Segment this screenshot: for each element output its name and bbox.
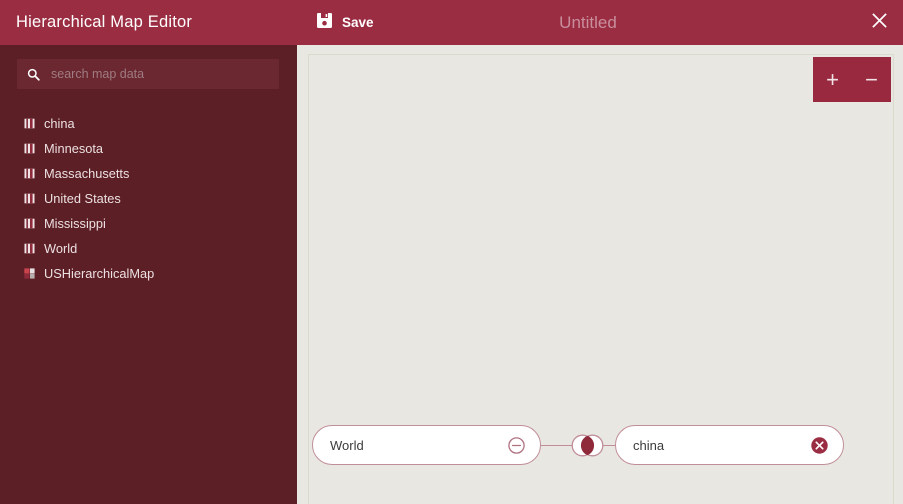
app-title: Hierarchical Map Editor bbox=[16, 13, 193, 31]
graph-edge-right bbox=[602, 445, 616, 447]
canvas-area: + − World china bbox=[297, 45, 903, 504]
graph-node-china[interactable]: china bbox=[615, 425, 844, 465]
tree-item-mississippi[interactable]: Mississippi bbox=[0, 211, 297, 236]
map-data-icon bbox=[23, 218, 35, 230]
map-canvas[interactable]: + − World china bbox=[308, 54, 894, 504]
search-field-wrapper[interactable] bbox=[17, 59, 279, 89]
zoom-controls: + − bbox=[813, 57, 891, 102]
titlebar-right-section: Save Untitled bbox=[297, 0, 903, 45]
save-label: Save bbox=[342, 15, 374, 30]
link-connector-icon[interactable] bbox=[571, 432, 604, 459]
graph-node-world[interactable]: World bbox=[312, 425, 541, 465]
map-data-icon bbox=[23, 118, 35, 130]
tree-item-label: Mississippi bbox=[44, 216, 106, 231]
tree-item-china[interactable]: china bbox=[0, 111, 297, 136]
map-data-icon bbox=[23, 143, 35, 155]
map-data-tree: china Minnesota Massachusetts United Sta… bbox=[0, 111, 297, 286]
search-icon bbox=[27, 68, 40, 81]
tree-item-label: USHierarchicalMap bbox=[44, 266, 155, 281]
zoom-in-button[interactable]: + bbox=[819, 63, 847, 97]
tree-item-ushierarchicalmap[interactable]: USHierarchicalMap bbox=[0, 261, 297, 286]
save-button[interactable]: Save bbox=[310, 7, 380, 39]
tree-item-minnesota[interactable]: Minnesota bbox=[0, 136, 297, 161]
tree-item-label: World bbox=[44, 241, 78, 256]
tree-item-world[interactable]: World bbox=[0, 236, 297, 261]
graph-node-label: World bbox=[330, 437, 364, 453]
tree-item-label: Minnesota bbox=[44, 141, 104, 156]
map-data-icon bbox=[23, 168, 35, 180]
tree-item-united-states[interactable]: United States bbox=[0, 186, 297, 211]
tree-item-massachusetts[interactable]: Massachusetts bbox=[0, 161, 297, 186]
search-input[interactable] bbox=[51, 67, 269, 81]
remove-circle-icon[interactable] bbox=[809, 435, 829, 455]
node-graph: World china bbox=[309, 55, 893, 504]
map-data-icon bbox=[23, 243, 35, 255]
tree-item-label: Massachusetts bbox=[44, 166, 130, 181]
close-icon bbox=[871, 12, 888, 34]
close-button[interactable] bbox=[855, 0, 903, 45]
graph-node-label: china bbox=[633, 437, 665, 453]
sidebar: china Minnesota bbox=[0, 45, 297, 504]
tree-item-label: United States bbox=[44, 191, 121, 206]
tree-item-label: china bbox=[44, 116, 75, 131]
minus-circle-icon[interactable] bbox=[506, 435, 526, 455]
titlebar: Hierarchical Map Editor Save Untitled bbox=[0, 0, 903, 45]
hierarchical-map-icon bbox=[23, 268, 35, 280]
floppy-disk-icon bbox=[316, 12, 333, 34]
app-window: Hierarchical Map Editor Save Untitled se… bbox=[0, 0, 903, 504]
window-body: china Minnesota bbox=[0, 45, 903, 504]
titlebar-left-section: Hierarchical Map Editor bbox=[0, 0, 297, 45]
map-data-icon bbox=[23, 193, 35, 205]
zoom-out-button[interactable]: − bbox=[858, 63, 886, 97]
